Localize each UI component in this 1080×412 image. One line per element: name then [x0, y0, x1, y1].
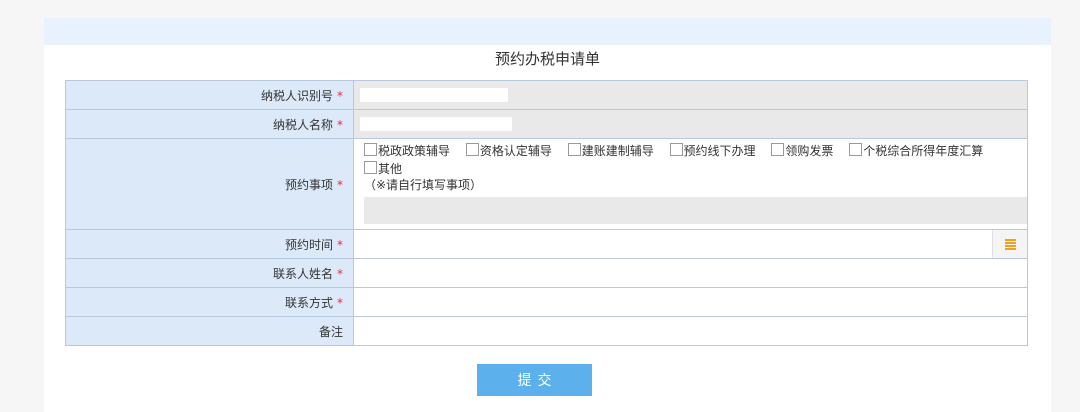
row-contact-name: 联系人姓名 * [65, 258, 1028, 288]
appointment-matters-label: 预约事项 [284, 177, 333, 192]
required-mark: * [337, 295, 343, 310]
row-remarks: 备注 [65, 316, 1028, 346]
appointment-time-label-cell: 预约时间 * [65, 229, 354, 259]
matters-checkbox-row: 税政政策辅导 资格认定辅导 建账建制辅导 预约线下办理 领购发票 个税综合所得年… [354, 139, 1027, 159]
remarks-input[interactable] [354, 317, 1027, 345]
remarks-label: 备注 [318, 324, 343, 339]
contact-method-field [353, 287, 1028, 317]
page-title: 预约办税申请单 [494, 50, 600, 68]
row-taxpayer-name: 纳税人名称 * [65, 109, 1028, 139]
option-tax-policy[interactable]: 税政政策辅导 [364, 143, 450, 159]
option-bookkeeping[interactable]: 建账建制辅导 [567, 143, 654, 159]
taxpayer-name-label-cell: 纳税人名称 * [65, 109, 354, 139]
row-appointment-time: 预约时间 * [65, 229, 1028, 259]
row-taxpayer-id: 纳税人识别号 * [65, 80, 1028, 110]
contact-name-field [353, 258, 1028, 288]
contact-name-input[interactable] [354, 259, 1027, 287]
appointment-time-input[interactable] [354, 230, 1027, 258]
option-label: 建账建制辅导 [581, 144, 654, 158]
taxpayer-id-label-cell: 纳税人识别号 * [65, 80, 354, 110]
option-other[interactable]: 其他 [364, 161, 402, 177]
option-offline[interactable]: 预约线下办理 [669, 143, 756, 159]
contact-method-label: 联系方式 [284, 295, 333, 310]
remarks-field [353, 316, 1028, 346]
appointment-time-label: 预约时间 [284, 237, 333, 252]
taxpayer-name-field [353, 109, 1028, 139]
taxpayer-id-field [353, 80, 1028, 110]
other-matters-textarea[interactable] [364, 197, 1027, 224]
required-mark: * [337, 88, 343, 103]
matters-other-row: 其他 [354, 159, 1027, 177]
contact-name-label: 联系人姓名 [272, 266, 333, 281]
header-bar [44, 18, 1051, 45]
redacted-value [360, 117, 512, 131]
option-label: 个税综合所得年度汇算 [863, 144, 984, 158]
taxpayer-name-label: 纳税人名称 [272, 117, 333, 132]
contact-name-label-cell: 联系人姓名 * [65, 258, 354, 288]
checkbox[interactable] [849, 143, 863, 156]
appointment-matters-field: 税政政策辅导 资格认定辅导 建账建制辅导 预约线下办理 领购发票 个税综合所得年… [353, 138, 1028, 230]
taxpayer-id-label: 纳税人识别号 [260, 88, 333, 103]
appointment-time-field [353, 229, 1028, 259]
row-appointment-matters: 预约事项 * 税政政策辅导 资格认定辅导 建账建制辅导 预约线下办理 领购发票 个… [65, 138, 1028, 230]
checkbox[interactable] [364, 161, 377, 174]
required-mark: * [337, 117, 343, 132]
option-qualification[interactable]: 资格认定辅导 [465, 143, 552, 159]
contact-method-label-cell: 联系方式 * [65, 287, 354, 317]
required-mark: * [337, 237, 343, 252]
matters-hint: （※请自行填写事项） [364, 178, 483, 192]
checkbox[interactable] [465, 143, 479, 156]
option-label: 资格认定辅导 [479, 144, 552, 158]
checkbox[interactable] [364, 143, 377, 156]
option-invoice[interactable]: 领购发票 [771, 143, 833, 159]
checkbox[interactable] [567, 143, 581, 156]
required-mark: * [337, 177, 343, 192]
option-annual-tax[interactable]: 个税综合所得年度汇算 [849, 143, 983, 159]
checkbox[interactable] [669, 143, 683, 156]
row-contact-method: 联系方式 * [65, 287, 1028, 317]
appointment-matters-label-cell: 预约事项 * [65, 138, 354, 230]
calendar-icon [1004, 238, 1016, 250]
calendar-button[interactable] [992, 230, 1027, 258]
appointment-form: 纳税人识别号 * 纳税人名称 * 预约事项 * 税政政策辅导 资格认定辅导 建账建制辅… [65, 80, 1028, 346]
required-mark: * [337, 266, 343, 281]
option-label: 税政政策辅导 [378, 144, 451, 158]
option-label: 预约线下办理 [683, 144, 756, 158]
submit-button[interactable]: 提交 [477, 364, 592, 396]
remarks-label-cell: 备注 [65, 316, 354, 346]
page-container: 预约办税申请单 纳税人识别号 * 纳税人名称 * 预约事项 * 税政政策辅导 资格认定… [44, 18, 1051, 412]
contact-method-input[interactable] [354, 288, 1027, 316]
checkbox[interactable] [771, 143, 785, 156]
option-label: 领购发票 [785, 144, 834, 158]
redacted-value [360, 88, 508, 102]
option-label: 其他 [378, 162, 403, 176]
